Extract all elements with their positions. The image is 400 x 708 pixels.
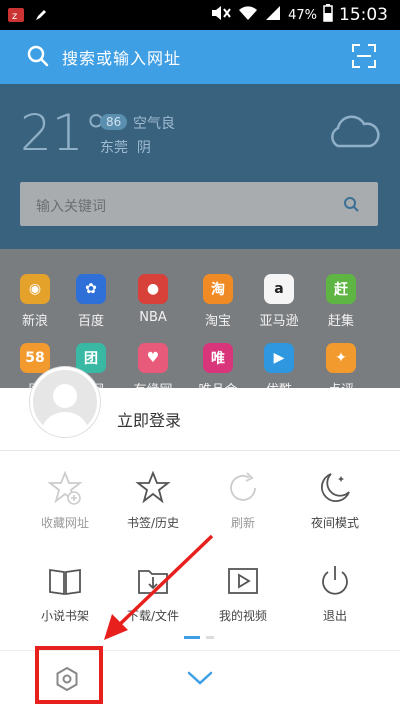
menu-item-label: 下载/文件 xyxy=(126,609,180,623)
temperature: 21° xyxy=(20,104,109,162)
page-indicator xyxy=(206,636,214,639)
battery-percent: 47% xyxy=(288,7,317,23)
menu-item-label: 小说书架 xyxy=(40,609,89,623)
star-icon xyxy=(108,470,198,506)
login-button[interactable]: 立即登录 xyxy=(117,407,181,431)
video-icon xyxy=(198,563,288,599)
weather-condition: 阴 xyxy=(136,140,151,156)
avatar[interactable] xyxy=(30,367,100,437)
download-folder-icon xyxy=(108,563,198,599)
battery-icon xyxy=(323,4,333,26)
aqi-badge: 86 xyxy=(100,114,128,130)
page-indicator-active xyxy=(184,636,200,639)
menu-item[interactable]: 刷新 xyxy=(198,470,288,531)
divider xyxy=(0,450,400,451)
menu-item-label: 刷新 xyxy=(230,516,255,530)
app-icon: ✦ xyxy=(326,343,356,373)
search-icon[interactable] xyxy=(26,44,50,72)
menu-item-label: 收藏网址 xyxy=(40,516,89,530)
app-shortcut[interactable]: ● NBA xyxy=(125,274,181,325)
power-icon xyxy=(290,563,380,599)
menu-item[interactable]: 小说书架 xyxy=(20,563,110,624)
app-icon: ▶ xyxy=(264,343,294,373)
city-name: 东莞 xyxy=(100,140,128,156)
app-shortcut[interactable]: ✿ 百度 xyxy=(63,274,119,329)
wifi-icon xyxy=(238,5,258,25)
app-icon: 团 xyxy=(76,343,106,373)
menu-item[interactable]: 书签/历史 xyxy=(108,470,198,531)
app-icon: 58 xyxy=(20,343,50,373)
app-label: NBA xyxy=(139,310,167,325)
app-label: 赶集 xyxy=(327,314,354,329)
app-label: 亚马逊 xyxy=(259,314,299,329)
menu-item-label: 退出 xyxy=(322,609,347,623)
app-label: 百度 xyxy=(77,314,104,329)
app-label: 新浪 xyxy=(21,314,48,329)
app-icon: 唯 xyxy=(203,343,233,373)
menu-item[interactable]: 退出 xyxy=(290,563,380,624)
menu-item-label: 我的视频 xyxy=(218,609,267,623)
aqi-label: 空气良 xyxy=(133,116,175,132)
scan-icon[interactable] xyxy=(352,44,376,72)
menu-item-label: 夜间模式 xyxy=(310,516,359,530)
keyword-input[interactable]: 输入关键词 xyxy=(36,196,106,216)
app-shortcut[interactable]: a 亚马逊 xyxy=(251,274,307,329)
city-weather: 东莞 阴 xyxy=(100,137,151,157)
edit-icon xyxy=(34,7,48,26)
app-icon: 淘 xyxy=(203,274,233,304)
status-bar: z 47% 15:03 xyxy=(0,0,400,30)
cloud-icon xyxy=(326,110,380,154)
chevron-down-icon[interactable] xyxy=(186,670,214,690)
star-plus-icon xyxy=(20,470,110,506)
moon-icon xyxy=(290,470,380,506)
app-icon: ● xyxy=(138,274,168,304)
highlight-box xyxy=(35,646,103,704)
mute-icon xyxy=(210,5,232,25)
app-shortcut[interactable]: ◉ 新浪 xyxy=(7,274,63,329)
app-icon: 赶 xyxy=(326,274,356,304)
menu-item[interactable]: 下载/文件 xyxy=(108,563,198,624)
menu-item[interactable]: 夜间模式 xyxy=(290,470,380,531)
menu-item-label: 书签/历史 xyxy=(126,516,180,530)
search-input[interactable]: 搜索或输入网址 xyxy=(62,45,181,69)
menu-item[interactable]: 收藏网址 xyxy=(20,470,110,531)
app-icon: ◉ xyxy=(20,274,50,304)
app-icon: ♥ xyxy=(138,343,168,373)
app-shortcut[interactable]: 赶赶集 xyxy=(313,274,369,329)
app-icon: a xyxy=(264,274,294,304)
signal-icon xyxy=(264,5,282,25)
svg-text:z: z xyxy=(12,11,17,22)
app-label: 淘宝 xyxy=(204,314,231,329)
keyword-search-icon[interactable] xyxy=(343,196,359,216)
app-icon: ✿ xyxy=(76,274,106,304)
search-header: 搜索或输入网址 xyxy=(0,30,400,84)
clock: 15:03 xyxy=(339,5,388,25)
app-notification-icon: z xyxy=(8,7,24,26)
refresh-icon xyxy=(198,470,288,506)
menu-item[interactable]: 我的视频 xyxy=(198,563,288,624)
book-icon xyxy=(20,563,110,599)
app-shortcut[interactable]: 淘淘宝 xyxy=(190,274,246,329)
